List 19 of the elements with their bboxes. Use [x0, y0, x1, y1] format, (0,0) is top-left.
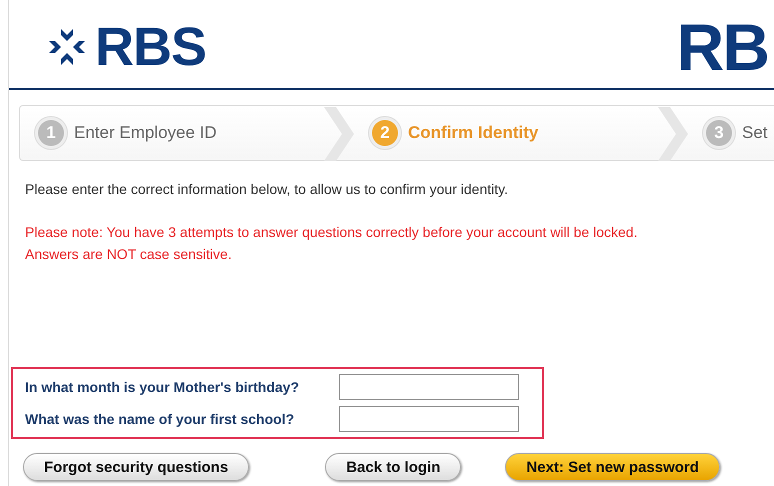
secondary-button[interactable]: Back to login: [325, 453, 462, 481]
question-label: In what month is your Mother's birthday?: [25, 379, 300, 395]
warning-text: Answers are NOT case sensitive.: [25, 245, 233, 264]
logo-icon: [47, 27, 87, 67]
step-label: Set: [742, 123, 768, 143]
answer-field[interactable]: [339, 406, 519, 432]
secondary-button[interactable]: Forgot security questions: [23, 453, 250, 481]
intro-text: Please enter the correct information below, to allow us to confirm your identity.: [25, 181, 509, 197]
step-number: 3: [706, 120, 732, 146]
warning-text: Please note: You have 3 attempts to answer questions correctly before your account will be locked.: [25, 223, 638, 242]
question-label: What was the name of your first school?: [25, 411, 296, 427]
step-label: Enter Employee ID: [74, 123, 217, 143]
next-button[interactable]: Next: Set new password: [505, 453, 720, 481]
logo-text: RBS: [95, 20, 206, 74]
logo-text: RB: [676, 14, 768, 80]
answer-field[interactable]: [339, 374, 519, 400]
step-number: 1: [38, 120, 64, 146]
step-number: 2: [372, 120, 398, 146]
step-label: Confirm Identity: [408, 123, 538, 143]
